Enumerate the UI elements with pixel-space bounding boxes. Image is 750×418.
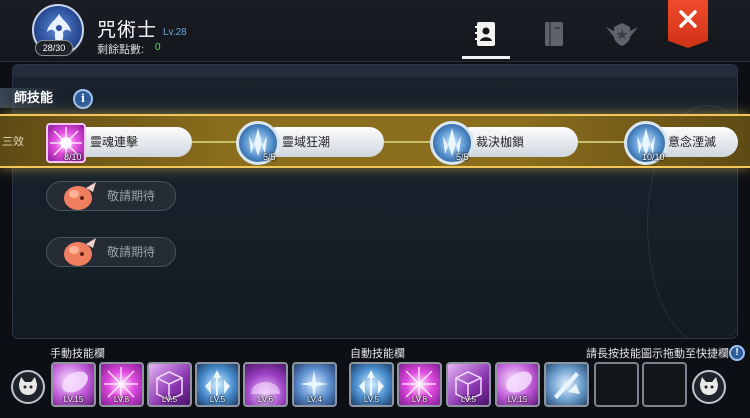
- drag-hint-text: 請長按技能圖示拖動至快捷欄: [586, 348, 729, 360]
- avatar-level-badge: 28/30: [35, 40, 73, 56]
- slot-level: LV.5: [161, 395, 178, 404]
- pet-icon: [60, 178, 100, 214]
- crest-emblem-icon: [606, 23, 638, 46]
- active-tab-indicator: [462, 56, 510, 59]
- pet-icon: [60, 234, 100, 270]
- blade-icon: [554, 372, 580, 399]
- tab-book[interactable]: [534, 18, 574, 50]
- manual-skill-slot-2[interactable]: LV.8: [99, 362, 144, 407]
- info-icon[interactable]: i: [73, 89, 93, 109]
- left-character-button[interactable]: [11, 370, 45, 404]
- manual-skill-slot-3[interactable]: LV.5: [147, 362, 192, 407]
- points-value: 0: [155, 42, 161, 53]
- manual-skill-slot-4[interactable]: LV.5: [195, 362, 240, 407]
- auto-skill-slot-2[interactable]: LV.8: [397, 362, 442, 407]
- contacts-book-icon: [475, 22, 495, 46]
- slot-level: LV.5: [363, 395, 380, 404]
- manual-skill-slot-1[interactable]: LV.15: [51, 362, 96, 407]
- slot-level: LV.8: [411, 395, 428, 404]
- skill-node-3[interactable]: 裁決枷鎖: [456, 127, 578, 157]
- auto-skill-slot-5[interactable]: [544, 362, 589, 407]
- auto-skill-slot-1[interactable]: LV.5: [349, 362, 394, 407]
- skill-count: 5/5: [263, 152, 276, 162]
- skill-name: 裁決枷鎖: [476, 135, 525, 149]
- tab-crest[interactable]: [602, 18, 642, 50]
- skill-node-1[interactable]: 靈魂連擊: [72, 127, 192, 157]
- auto-skill-slot-7-empty[interactable]: [642, 362, 687, 407]
- cat-face-icon: [19, 377, 37, 395]
- slot-level: LV.5: [209, 395, 226, 404]
- close-icon: [679, 10, 697, 28]
- manual-skill-bar-label: 手動技能欄: [50, 348, 105, 360]
- header-bar: 28/30 咒術士 Lv.28 剩餘點數: 0: [0, 0, 750, 62]
- skill-name: 意念湮滅: [668, 135, 717, 149]
- skill-count: 10/10: [642, 152, 665, 162]
- right-character-button[interactable]: [692, 370, 726, 404]
- auto-skill-slot-6-empty[interactable]: [594, 362, 639, 407]
- section-title: 師技能: [0, 88, 60, 108]
- manual-skill-slot-5[interactable]: LV.6: [243, 362, 288, 407]
- tab-skills[interactable]: [466, 18, 506, 50]
- coming-soon-label: 敬請期待: [107, 189, 156, 203]
- skill-count: 5/5: [456, 152, 469, 162]
- panel-top-stripe: [13, 65, 737, 77]
- close-button[interactable]: [668, 0, 708, 48]
- book-icon: [545, 22, 563, 46]
- slot-level: LV.15: [63, 395, 84, 404]
- slot-level: LV.5: [460, 395, 477, 404]
- manual-skill-slot-6[interactable]: LV.4: [292, 362, 337, 407]
- auto-skill-slot-3[interactable]: LV.5: [446, 362, 491, 407]
- auto-skill-slot-4[interactable]: LV.15: [495, 362, 540, 407]
- skill-node-2[interactable]: 靈域狂潮: [262, 127, 384, 157]
- slot-level: LV.6: [257, 395, 274, 404]
- skill-name: 靈域狂潮: [282, 135, 331, 149]
- class-level: Lv.28: [163, 27, 187, 38]
- slot-level: LV.15: [507, 395, 528, 404]
- row-label: 三效: [2, 136, 24, 148]
- skill-name: 靈魂連擊: [90, 135, 139, 149]
- hint-info-icon[interactable]: !: [729, 345, 745, 361]
- cat-face-icon: [700, 377, 718, 395]
- skill-count: 8/10: [64, 152, 82, 162]
- class-name: 咒術士: [97, 20, 158, 41]
- slot-level: LV.4: [306, 395, 323, 404]
- coming-soon-label: 敬請期待: [107, 245, 156, 259]
- points-label: 剩餘點數:: [97, 44, 145, 56]
- slot-level: LV.8: [113, 395, 130, 404]
- auto-skill-bar-label: 自動技能欄: [350, 348, 405, 360]
